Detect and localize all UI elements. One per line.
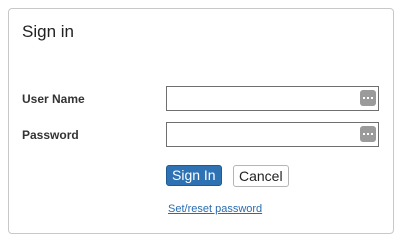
username-input[interactable]: [167, 87, 357, 110]
more-options-icon[interactable]: [360, 90, 376, 106]
password-input[interactable]: [167, 123, 357, 146]
sign-in-panel: Sign in User Name Password Sign In Cance…: [8, 8, 394, 234]
username-label: User Name: [22, 92, 85, 106]
more-options-icon[interactable]: [360, 126, 376, 142]
username-field-container: [166, 86, 379, 111]
sign-in-button[interactable]: Sign In: [166, 165, 222, 186]
password-label: Password: [22, 128, 79, 142]
reset-password-link[interactable]: Set/reset password: [168, 203, 262, 215]
panel-title: Sign in: [22, 22, 74, 41]
password-field-container: [166, 122, 379, 147]
cancel-button[interactable]: Cancel: [233, 165, 289, 187]
